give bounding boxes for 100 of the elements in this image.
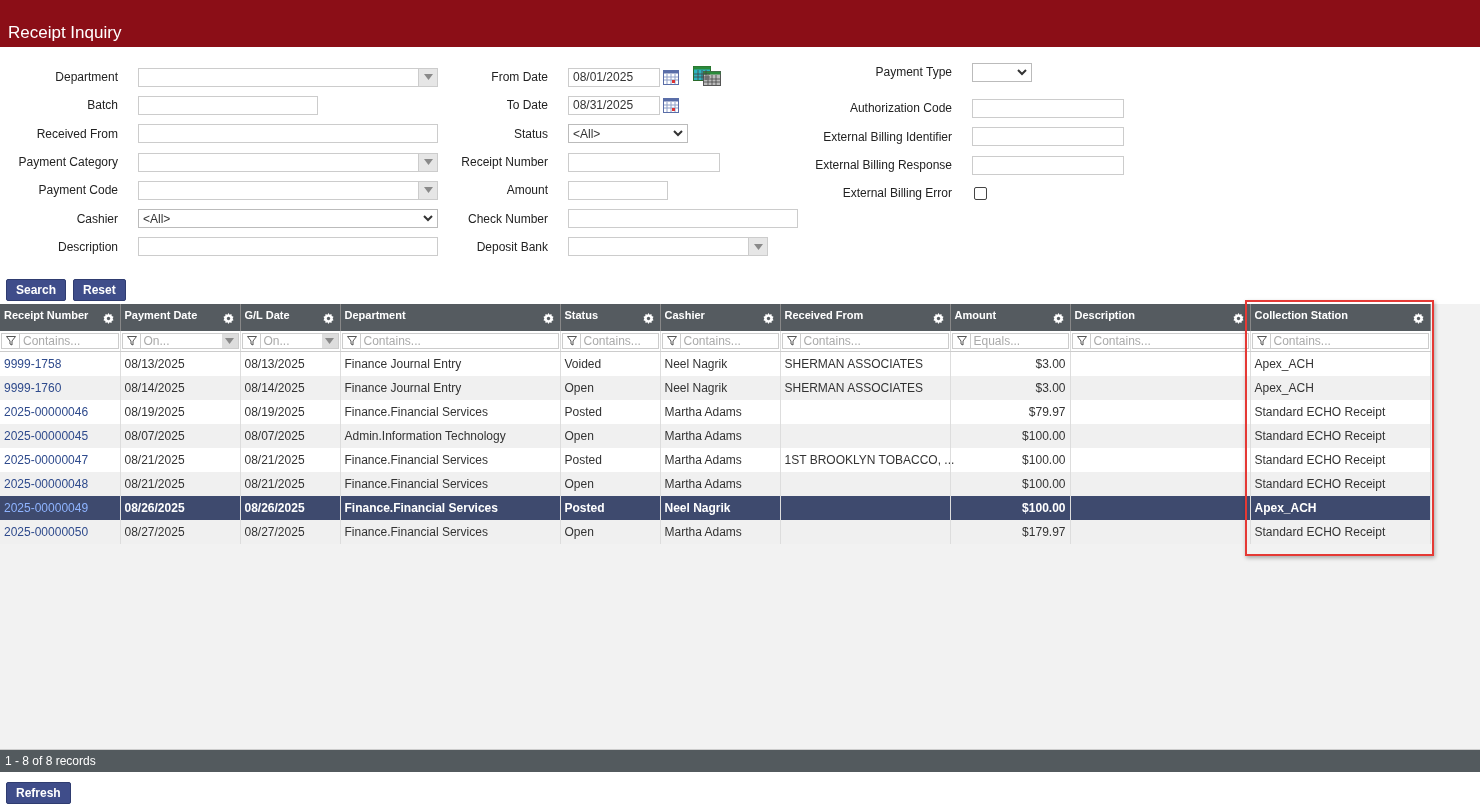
table-cell: 08/13/2025 [124,356,185,371]
input-field[interactable] [138,237,438,257]
table-cell: SHERMAN ASSOCIATES [784,356,923,371]
receipt-link[interactable]: 2025-00000045 [4,428,89,443]
table-cell: Neel Nagrik [664,356,728,371]
filter-icon [126,336,137,346]
field-label: Description [56,239,119,254]
record-count: 1 - 8 of 8 records [5,754,96,768]
settings-icon[interactable] [932,313,944,324]
table-cell: Finance.Financial Services [344,476,488,491]
filter-icon [566,336,577,346]
filter-icon [666,336,677,346]
table-cell: Martha Adams [664,404,742,419]
receipt-link[interactable]: 2025-00000050 [4,524,89,539]
date-field[interactable]: 08/01/2025 [568,67,660,87]
table-row[interactable]: 2025-00000049 08/26/2025 08/26/2025 Finance.Financial Services Posted Neel Nagrik $100.00 Apex_ACH [0,495,1430,520]
search-button[interactable]: Search [6,279,67,301]
table-row[interactable]: 2025-00000045 08/07/2025 08/07/2025 Admin.Information Technology Open Martha Adams $100.00 Standard ECHO Receipt [0,423,1430,448]
dropdown[interactable]: <All> [568,124,688,144]
receipt-link[interactable]: 2025-00000046 [4,404,89,419]
field-label: From Date [490,70,549,85]
input-field[interactable] [972,98,1124,118]
filter-icon [1076,336,1087,346]
table-cell: 08/21/2025 [124,476,185,491]
settings-icon[interactable] [1232,313,1244,324]
table-cell: Standard ECHO Receipt [1254,452,1386,467]
calendar-icon[interactable] [663,97,679,113]
input-field[interactable] [138,124,438,144]
dropdown[interactable]: <All> [138,209,438,229]
receipt-link[interactable]: 9999-1758 [4,356,62,371]
dropdown-arrow-icon [423,74,433,81]
filter-icon [786,336,797,346]
receipt-link[interactable]: 2025-00000049 [4,500,89,515]
table-cell: Martha Adams [664,428,742,443]
refresh-button[interactable]: Refresh [6,782,71,804]
table-cell: 08/13/2025 [244,356,305,371]
field-label: Authorization Code [848,101,953,116]
settings-icon[interactable] [1052,313,1064,324]
input-field[interactable] [568,180,668,200]
input-field[interactable] [138,95,318,115]
table-cell: Voided [564,356,602,371]
receipt-link[interactable]: 2025-00000047 [4,452,89,467]
calendar-icon[interactable] [663,69,679,85]
table-cell: 08/21/2025 [124,452,185,467]
input-field[interactable] [568,209,798,229]
settings-icon[interactable] [322,313,334,324]
table-cell: 08/19/2025 [244,404,305,419]
field-label: To Date [505,98,549,113]
receipt-link[interactable]: 2025-00000048 [4,476,89,491]
table-cell: 08/19/2025 [124,404,185,419]
table-row[interactable]: 2025-00000047 08/21/2025 08/21/2025 Finance.Financial Services Posted Martha Adams 1ST BROOKLYN TOBACCO, ... $100.00 Standard ECHO Receipt [0,447,1430,472]
table-row[interactable]: 2025-00000046 08/19/2025 08/19/2025 Finance.Financial Services Posted Martha Adams $79.97 Standard ECHO Receipt [0,399,1430,424]
input-field[interactable] [568,152,720,172]
table-cell: Martha Adams [664,476,742,491]
table-cell: Standard ECHO Receipt [1254,428,1386,443]
table-cell: Finance.Financial Services [344,500,498,515]
table-cell: 08/14/2025 [244,380,305,395]
date-field[interactable]: 08/31/2025 [568,95,660,115]
table-cell: 08/14/2025 [124,380,185,395]
table-cell: 08/21/2025 [244,452,305,467]
dropdown-arrow-icon [753,243,763,250]
calendar-grid-icon[interactable] [693,66,721,87]
table-cell: Open [564,476,594,491]
settings-icon[interactable] [222,313,234,324]
dropdown-arrow-icon [325,338,334,344]
table-row[interactable]: 9999-1758 08/13/2025 08/13/2025 Finance Journal Entry Voided Neel Nagrik SHERMAN ASSOCIATES $3.00 Apex_ACH [0,351,1430,376]
field-label: Payment Type [874,65,953,80]
settings-icon[interactable] [542,313,554,324]
table-cell: Finance.Financial Services [344,404,488,419]
table-cell: 08/07/2025 [244,428,305,443]
field-label: Payment Category [17,155,119,170]
filter-icon [1256,336,1267,346]
table-cell: $179.97 [1022,524,1066,539]
table-cell: Apex_ACH [1254,500,1317,515]
field-label: External Billing Error [841,186,953,201]
table-row[interactable]: 2025-00000050 08/27/2025 08/27/2025 Finance.Financial Services Open Martha Adams $179.97 Standard ECHO Receipt [0,519,1430,544]
chevron-down-icon [673,130,683,138]
receipt-link[interactable]: 9999-1760 [4,380,62,395]
settings-icon[interactable] [102,313,114,324]
filter-icon [346,336,357,346]
table-cell: $100.00 [1022,476,1066,491]
input-field[interactable] [972,127,1124,147]
table-cell: Admin.Information Technology [344,428,506,443]
filter-icon [246,336,257,346]
table-row[interactable]: 2025-00000048 08/21/2025 08/21/2025 Finance.Financial Services Open Martha Adams $100.00 Standard ECHO Receipt [0,471,1430,496]
dropdown-arrow-icon [225,338,234,344]
table-row[interactable]: 9999-1760 08/14/2025 08/14/2025 Finance Journal Entry Open Neel Nagrik SHERMAN ASSOCIATES $3.00 Apex_ACH [0,375,1430,400]
table-cell: Apex_ACH [1254,356,1314,371]
field-label: Department [54,70,119,85]
settings-icon[interactable] [642,313,654,324]
dropdown-arrow-icon [423,159,433,166]
table-cell: SHERMAN ASSOCIATES [784,380,923,395]
reset-button[interactable]: Reset [73,279,126,301]
settings-icon[interactable] [762,313,774,324]
table-cell: 08/26/2025 [244,500,305,515]
table-cell: 08/21/2025 [244,476,305,491]
settings-icon[interactable] [1412,313,1424,324]
checkbox[interactable] [974,186,987,200]
table-cell: $79.97 [1028,404,1066,419]
input-field[interactable] [972,155,1124,175]
